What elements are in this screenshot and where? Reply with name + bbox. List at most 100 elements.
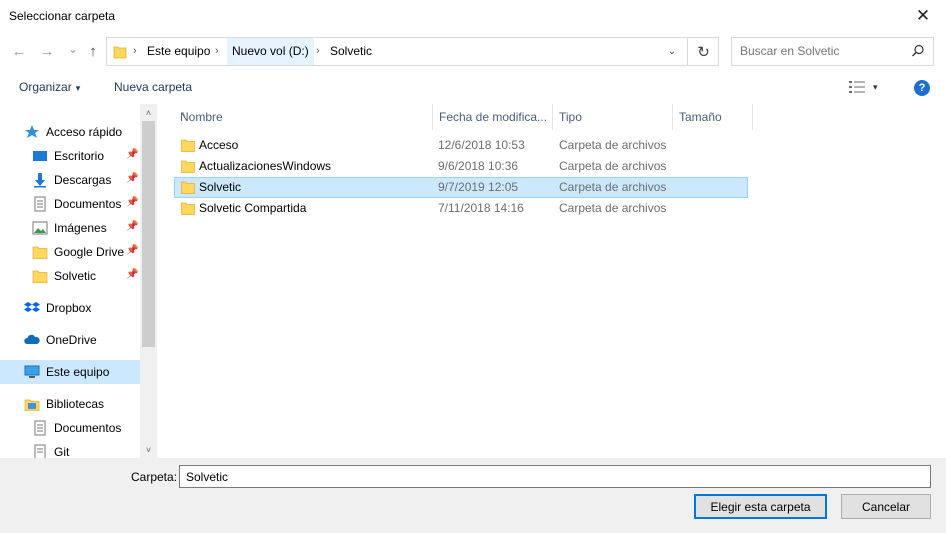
sidebar-item-bibliotecas[interactable]: Bibliotecas: [0, 392, 140, 416]
sidebar-item-label: Documentos: [54, 421, 122, 435]
folder-icon: [32, 246, 48, 259]
sidebar-item-label: Git: [54, 445, 70, 458]
cloud-icon: [24, 334, 40, 344]
table-row[interactable]: Solvetic Compartida 7/11/2018 14:16 Carp…: [174, 198, 748, 219]
table-row[interactable]: Acceso 12/6/2018 10:53 Carpeta de archiv…: [174, 135, 748, 156]
file-name: ActualizacionesWindows: [199, 159, 332, 173]
sidebar-item-label: Dropbox: [46, 301, 92, 315]
file-type: Carpeta de archivos: [559, 201, 667, 215]
file-date: 9/6/2018 10:36: [438, 159, 519, 173]
file-name: Solvetic Compartida: [199, 201, 307, 215]
sidebar-item-label: Escritorio: [54, 149, 105, 163]
sidebar-item-label: OneDrive: [46, 333, 97, 347]
title-bar: Seleccionar carpeta ✕: [0, 0, 946, 32]
folder-field[interactable]: [179, 465, 931, 488]
star-icon: [25, 125, 39, 138]
sidebar-item-label: Descargas: [54, 173, 112, 187]
organize-button[interactable]: Organizar ▾: [19, 80, 80, 94]
sidebar-item-documentos[interactable]: Documentos 📌: [0, 192, 140, 216]
file-date: 12/6/2018 10:53: [438, 138, 525, 152]
scroll-down-icon[interactable]: ˅: [140, 441, 157, 458]
file-date: 7/11/2018 14:16: [438, 201, 524, 215]
breadcrumb-separator[interactable]: ›: [133, 38, 137, 65]
breadcrumb-este-equipo[interactable]: Este equipo: [147, 38, 210, 65]
pictures-icon: [32, 221, 48, 235]
recent-locations-icon[interactable]: ⌄: [62, 38, 84, 60]
chevron-down-icon: ▾: [873, 81, 878, 92]
sidebar-item-solvetic[interactable]: Solvetic 📌: [0, 264, 140, 288]
refresh-icon[interactable]: ↻: [687, 38, 719, 65]
navigation-bar: ← → ⌄ ↑ › Este equipo › Nuevo vol (D:) ›…: [0, 32, 946, 70]
sidebar-item-git[interactable]: Git: [0, 440, 140, 458]
address-bar[interactable]: › Este equipo › Nuevo vol (D:) › Solveti…: [106, 37, 719, 66]
sidebar-item-descargas[interactable]: Descargas 📌: [0, 168, 140, 192]
organize-label: Organizar: [19, 80, 72, 94]
sidebar-scrollbar[interactable]: ˄ ˅: [140, 104, 157, 458]
breadcrumb-separator[interactable]: ›: [316, 38, 320, 65]
dialog-footer: Carpeta: Elegir esta carpeta Cancelar: [0, 458, 946, 533]
search-icon[interactable]: [911, 44, 925, 58]
table-row[interactable]: ActualizacionesWindows 9/6/2018 10:36 Ca…: [174, 156, 748, 177]
sidebar-item-label: Documentos: [54, 197, 122, 211]
folder-icon: [181, 160, 195, 173]
cancel-button[interactable]: Cancelar: [841, 494, 931, 519]
sidebar-item-escritorio[interactable]: Escritorio 📌: [0, 144, 140, 168]
column-label: Tamaño: [679, 110, 722, 124]
sidebar-item-acceso-rapido[interactable]: Acceso rápido: [0, 120, 140, 144]
sidebar-item-onedrive[interactable]: OneDrive: [0, 328, 140, 352]
back-arrow-icon[interactable]: ←: [8, 40, 30, 62]
file-type: Carpeta de archivos: [559, 138, 667, 152]
chevron-down-icon[interactable]: ⌄: [658, 38, 686, 65]
new-folder-button[interactable]: Nueva carpeta: [114, 80, 192, 94]
table-row-selected[interactable]: Solvetic 9/7/2019 12:05 Carpeta de archi…: [174, 177, 748, 198]
sidebar-item-imagenes[interactable]: Imágenes 📌: [0, 216, 140, 240]
folder-input[interactable]: [186, 470, 886, 484]
window-title: Seleccionar carpeta: [9, 9, 116, 23]
desktop-icon: [33, 151, 47, 161]
sidebar-item-este-equipo[interactable]: Este equipo: [0, 360, 140, 384]
breadcrumb-separator[interactable]: ›: [215, 38, 219, 65]
pin-icon: 📌: [126, 245, 139, 256]
column-header-name[interactable]: Nombre ˄: [174, 104, 433, 130]
pin-icon: 📌: [126, 221, 139, 232]
sidebar-item-label: Este equipo: [46, 365, 110, 379]
computer-icon: [24, 365, 40, 378]
help-icon[interactable]: ?: [914, 80, 930, 96]
file-name: Solvetic: [199, 180, 242, 194]
column-header-date[interactable]: Fecha de modifica...: [433, 104, 553, 130]
breadcrumb-solvetic[interactable]: Solvetic: [330, 38, 372, 65]
folder-icon: [32, 270, 48, 283]
column-label: Fecha de modifica...: [439, 110, 548, 124]
scrollbar-thumb[interactable]: [142, 121, 155, 347]
up-arrow-icon[interactable]: ↑: [82, 40, 104, 62]
view-options-button[interactable]: ▾: [849, 81, 878, 93]
close-icon[interactable]: ✕: [900, 0, 946, 32]
details-view-icon: [849, 81, 865, 93]
folder-icon: [181, 181, 195, 194]
folder-icon: [181, 202, 195, 215]
sidebar-item-dropbox[interactable]: Dropbox: [0, 296, 140, 320]
document-icon: [34, 420, 46, 436]
forward-arrow-icon[interactable]: →: [36, 40, 58, 62]
file-list: Nombre ˄ Fecha de modifica... Tipo Tamañ…: [158, 104, 946, 458]
navigation-pane: Acceso rápido Escritorio 📌 Descargas 📌 D…: [0, 104, 158, 458]
search-input[interactable]: [740, 44, 900, 58]
column-header-type[interactable]: Tipo: [553, 104, 673, 130]
breadcrumb-nuevo-vol[interactable]: Nuevo vol (D:): [227, 38, 314, 65]
folder-icon: [113, 46, 127, 59]
pin-icon: 📌: [126, 269, 139, 280]
command-bar: Organizar ▾ Nueva carpeta ▾ ?: [0, 72, 946, 104]
sidebar-item-label: Solvetic: [54, 269, 97, 283]
scroll-up-icon[interactable]: ˄: [140, 104, 157, 121]
choose-folder-button[interactable]: Elegir esta carpeta: [694, 494, 827, 519]
search-box[interactable]: [731, 37, 934, 66]
column-label: Tipo: [559, 110, 582, 124]
pin-icon: 📌: [126, 173, 139, 184]
pin-icon: 📌: [126, 149, 139, 160]
file-type: Carpeta de archivos: [559, 159, 667, 173]
column-header-size[interactable]: Tamaño: [673, 104, 753, 130]
column-label: Nombre: [180, 110, 223, 124]
document-icon: [34, 196, 46, 212]
sidebar-item-google-drive[interactable]: Google Drive 📌: [0, 240, 140, 264]
sidebar-item-documentos-biblioteca[interactable]: Documentos: [0, 416, 140, 440]
